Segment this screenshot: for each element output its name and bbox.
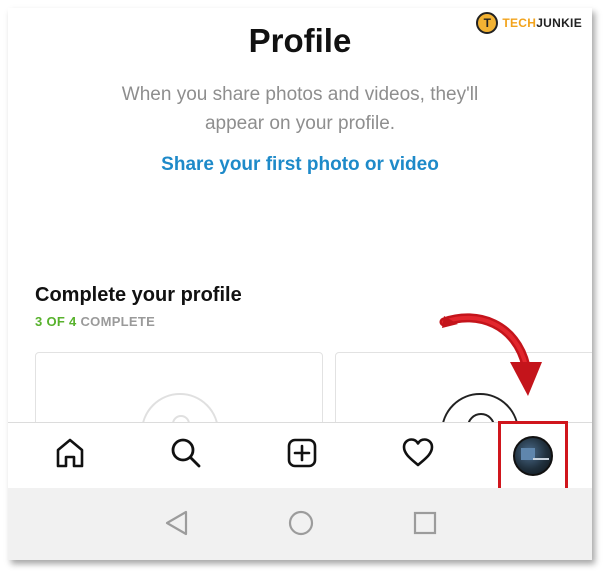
search-icon[interactable]: [166, 433, 206, 473]
progress-count: 3 OF 4: [35, 314, 77, 329]
progress-label: COMPLETE: [80, 314, 156, 329]
empty-state-description: When you share photos and videos, they'l…: [121, 84, 479, 134]
recent-apps-icon[interactable]: [410, 508, 440, 538]
home-icon[interactable]: [50, 433, 90, 473]
phone-screen: T TECHJUNKIE Profile When you share phot…: [8, 8, 592, 560]
heart-icon[interactable]: [398, 433, 438, 473]
home-circle-icon[interactable]: [286, 508, 316, 538]
techjunkie-watermark: T TECHJUNKIE: [476, 12, 582, 34]
red-arrow-pointer: [439, 313, 542, 396]
android-system-bar: [8, 488, 592, 560]
techjunkie-logo-icon: T: [476, 12, 499, 34]
profile-progress: 3 OF 4 COMPLETE: [35, 314, 155, 329]
add-post-icon[interactable]: [282, 433, 322, 473]
share-first-photo-link[interactable]: Share your first photo or video: [8, 154, 592, 176]
watermark-text: TECHJUNKIE: [502, 16, 582, 30]
profile-avatar[interactable]: [513, 436, 553, 476]
back-icon[interactable]: [162, 508, 192, 538]
complete-profile-heading: Complete your profile: [35, 284, 242, 306]
